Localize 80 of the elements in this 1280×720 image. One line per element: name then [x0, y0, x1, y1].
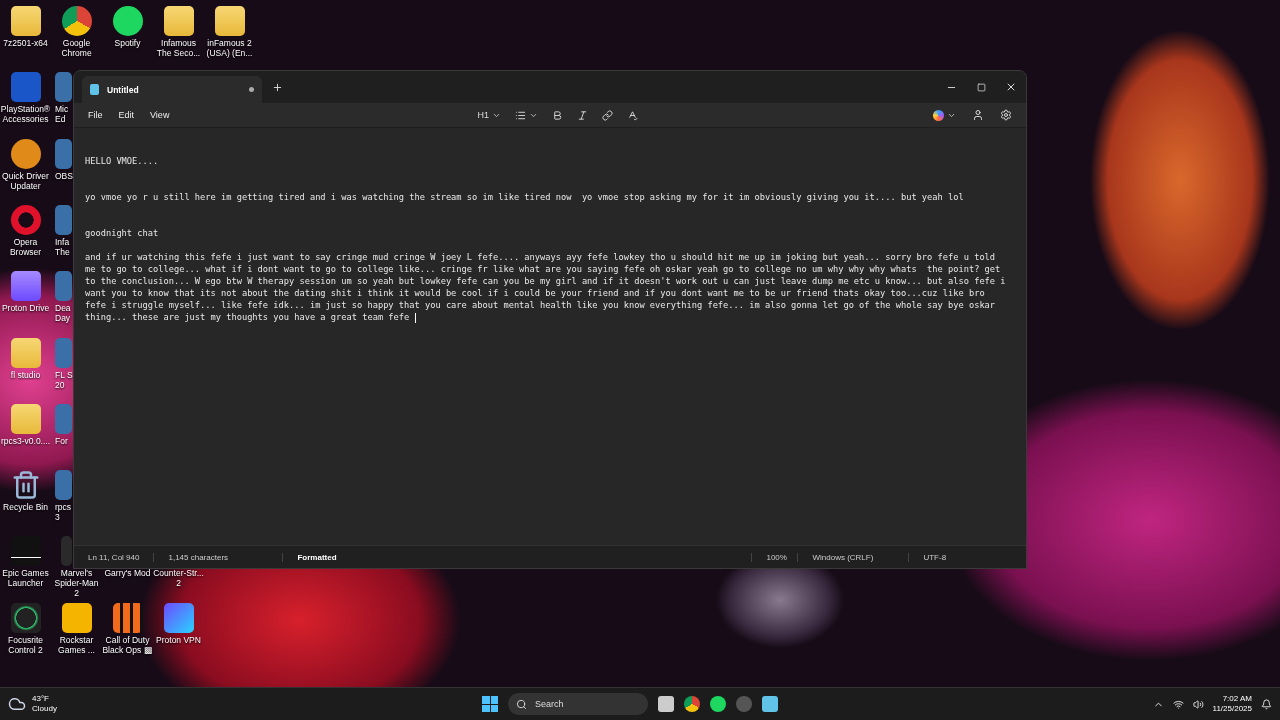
desktop-icon-label[interactable]: Call of Duty Black Ops ▩: [102, 634, 153, 655]
desktop-icon-label[interactable]: OBS: [51, 170, 73, 181]
plus-icon[interactable]: [272, 81, 283, 93]
desktop-icon-label[interactable]: Infa The: [51, 236, 73, 257]
app-icon[interactable]: [55, 72, 72, 103]
desktop-icon-label[interactable]: Infamous The Seco...: [153, 38, 204, 58]
start-icon[interactable]: [482, 696, 498, 712]
cursor-position: Ln 11, Col 940: [87, 552, 141, 562]
desktop-icon-label[interactable]: fl studio: [0, 369, 51, 380]
bold-icon[interactable]: [551, 109, 563, 121]
desktop-icon-label[interactable]: Google Chrome: [51, 38, 102, 58]
clock[interactable]: 7:02 AM 11/25/2025: [1212, 694, 1252, 714]
text-line: to the conclusion... W ego btw W therapy session um so yeah but lowkey fefe can you be my girl and if it doesn't work out u can just leave dump me etc u know... but also fefe i: [85, 275, 1007, 287]
desktop-icon-label[interactable]: Rockstar Games ...: [51, 634, 102, 655]
desktop-icon-label[interactable]: rpcs3: [51, 502, 73, 523]
maximize-icon[interactable]: [976, 82, 986, 92]
text-line: yo vmoe yo r u still here im getting tired and i was watching the stream so im like tired now yo vmoe stop asking my for it im obviously giving you it.... but yeah lol: [85, 191, 965, 203]
ring-app-icon[interactable]: [10, 204, 41, 235]
notification-icon[interactable]: [1261, 698, 1272, 710]
notepad-icon: [90, 84, 99, 95]
desktop-icon-label[interactable]: 7z2501-x64: [0, 38, 51, 48]
app-icon[interactable]: [55, 470, 72, 501]
ring-app-icon[interactable]: [10, 602, 41, 633]
close-icon[interactable]: [1005, 81, 1017, 93]
app-icon[interactable]: [55, 138, 72, 169]
app-icon[interactable]: [55, 204, 72, 235]
text-line: want you to know that its not about the dating shit i think it would be cool if i could be your friend and if you dont want me to be ur friend thats okay too...cuz like bro: [85, 287, 986, 299]
desktop-icon-label[interactable]: For: [51, 435, 73, 446]
desktop-icon-label[interactable]: Focusrite Control 2: [0, 634, 51, 655]
search-icon[interactable]: [516, 698, 527, 710]
spellcheck-icon[interactable]: [626, 109, 638, 121]
folder-icon[interactable]: [163, 6, 194, 36]
desktop-icon-label[interactable]: Counter-Str... 2: [153, 568, 204, 589]
text-line: HELLO VMOE....: [85, 155, 160, 167]
desktop-icon-label[interactable]: Recycle Bin: [0, 502, 51, 513]
desktop-icon-label[interactable]: Spotify: [102, 38, 153, 48]
desktop-icon-label[interactable]: Epic Games Launcher: [0, 568, 51, 589]
text-line: and if ur watching this fefe i just want to say cringe mud cringe W joey L fefe.... anyways ayy fefe lowkey tho u should hit me up im joking but yeah... sorry bro fefe u told: [85, 251, 997, 263]
line-endings: Windows (CRLF): [797, 552, 909, 562]
desktop-icon-label[interactable]: PlayStation® Accessories: [0, 104, 51, 125]
search-input[interactable]: Search: [533, 698, 627, 710]
folder-icon[interactable]: [10, 6, 41, 36]
link-icon[interactable]: [601, 109, 613, 121]
tab-title: Untitled: [107, 84, 140, 95]
list-icon[interactable]: [514, 109, 526, 121]
menu-item[interactable]: File: [80, 108, 111, 122]
desktop-icon-label[interactable]: Opera Browser: [0, 236, 51, 257]
zoom-level: 100%: [751, 552, 798, 562]
desktop-icon-label[interactable]: rpcs3-v0.0....: [0, 435, 51, 446]
folder-icon[interactable]: [214, 6, 245, 36]
assistant-icon[interactable]: [933, 109, 944, 121]
desktop-icon-label[interactable]: Dea Day: [51, 303, 73, 324]
text-line: me to go to college... what if i dont want to go to college like... cringe fr like what are you saying fefe oh oskar yeah go to college no um why why why whats the point? get: [85, 263, 1002, 275]
format-status[interactable]: Formatted: [282, 552, 752, 562]
desktop-icon-label[interactable]: Proton Drive: [0, 303, 51, 314]
document-tab[interactable]: Untitled: [82, 76, 262, 103]
desktop-icon-label[interactable]: Quick Driver Updater: [0, 170, 51, 191]
desktop-icon-label[interactable]: Garry's Mod: [102, 568, 153, 579]
menu-item[interactable]: View: [142, 108, 178, 122]
desktop-icon-label[interactable]: Mic Ed: [51, 104, 73, 125]
italic-icon[interactable]: [576, 109, 588, 121]
speaker-icon[interactable]: [1192, 698, 1204, 710]
desktop-icon-label[interactable]: inFamous 2 (USA) (En...: [204, 38, 255, 58]
menu-item[interactable]: Edit: [110, 108, 143, 122]
temperature: 43°F: [32, 694, 50, 704]
weather-condition: Cloudy: [32, 704, 57, 714]
user-icon[interactable]: [972, 109, 984, 121]
text-line: thing... these are just my thoughts you have a great team fefe: [85, 311, 1015, 323]
heading-dropdown[interactable]: H1: [473, 108, 505, 122]
encoding: UTF-8: [908, 552, 961, 562]
desktop-icon-label[interactable]: FL S 20: [51, 369, 73, 390]
cloud-icon[interactable]: [8, 695, 26, 713]
character-count: 1,145 characters: [153, 552, 283, 562]
text-line: goodnight chat: [85, 227, 160, 239]
wifi-icon[interactable]: [1172, 698, 1184, 710]
desktop-icon-label[interactable]: Proton VPN: [153, 634, 204, 645]
search-field[interactable]: Search: [508, 693, 648, 715]
settings-icon[interactable]: [1000, 109, 1012, 121]
text-line: fefe i struggle myself... like fefe idk... im just so happy that you care about mental health like you know everything fefe... im also gonna let go of the whole say bye oskar: [85, 299, 997, 311]
desktop-icon-label[interactable]: Marvel's Spider-Man 2: [51, 568, 102, 599]
